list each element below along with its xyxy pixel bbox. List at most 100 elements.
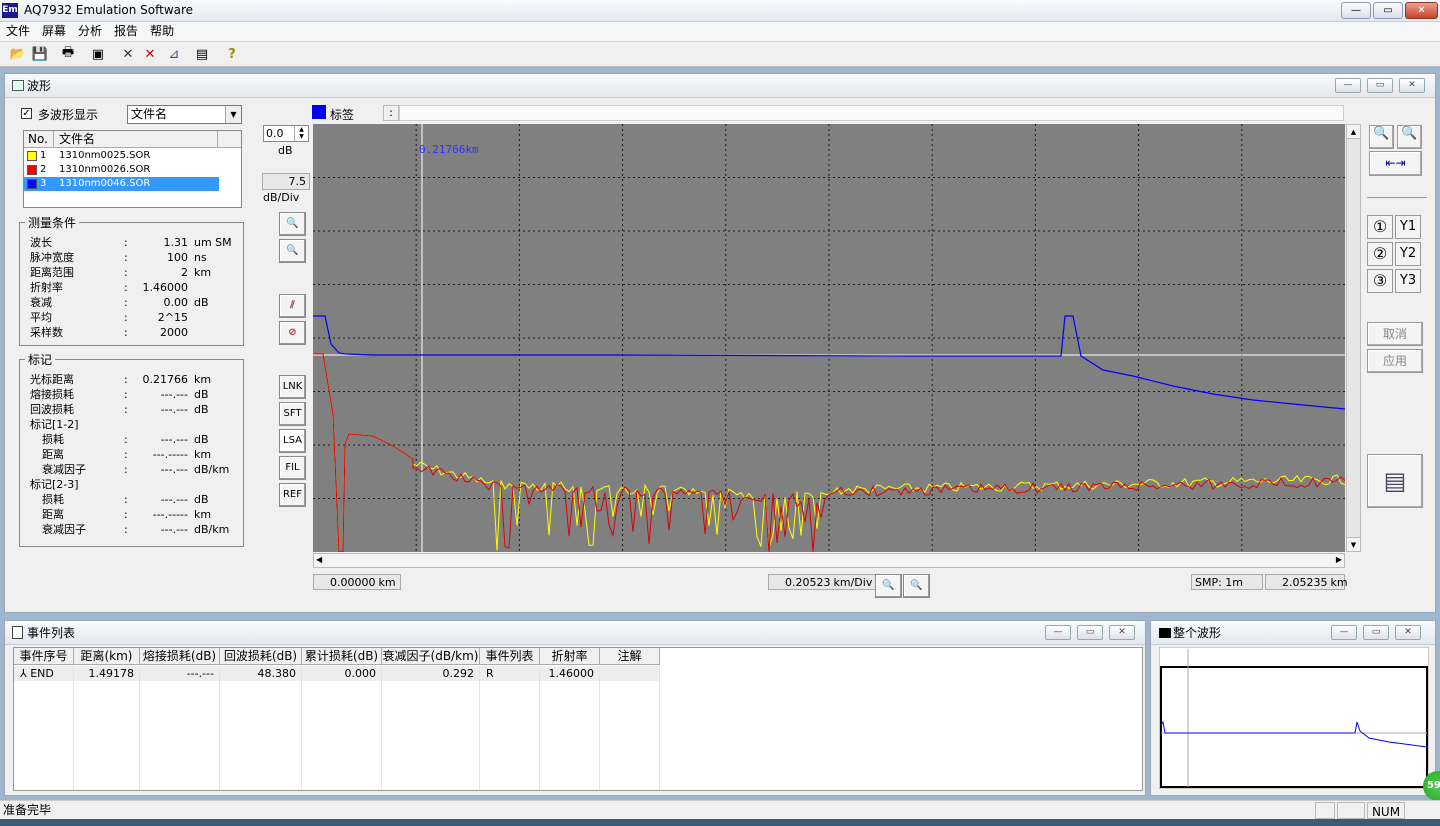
scroll-left-icon[interactable]: ◀	[316, 555, 322, 564]
panel-maximize-button[interactable]: ▭	[1367, 78, 1393, 93]
sort-select-value: 文件名	[131, 107, 168, 121]
zoom-out-x-button[interactable]: 🔍	[903, 574, 930, 598]
marker-icon[interactable]: ✕	[118, 44, 138, 64]
event-cell[interactable]: 0.000	[302, 666, 382, 681]
help-icon[interactable]: ?	[222, 44, 242, 64]
event-cell[interactable]: ---.---	[140, 666, 220, 681]
minimize-button[interactable]: —	[1341, 2, 1371, 19]
marker-delete-icon[interactable]: ✕	[140, 44, 160, 64]
event-col-header[interactable]: 事件列表	[480, 648, 540, 665]
save-icon[interactable]: 💾	[30, 44, 50, 64]
marker-tool-button[interactable]: ⫽	[279, 294, 306, 318]
mode-button-sft[interactable]: SFT	[279, 402, 306, 426]
scroll-up-icon[interactable]: ▲	[1347, 125, 1360, 139]
panel-minimize-button[interactable]: —	[1335, 78, 1361, 93]
scroll-down-icon[interactable]: ▼	[1347, 537, 1360, 551]
label-bar-input[interactable]	[399, 105, 1344, 121]
analysis-icon[interactable]: ⊿	[164, 44, 184, 64]
info-label: 距离	[42, 508, 64, 521]
close-button[interactable]: ✕	[1405, 2, 1438, 19]
column-divider	[73, 666, 74, 790]
cancel-button[interactable]: 取消	[1367, 322, 1423, 346]
mode-button-ref[interactable]: REF	[279, 483, 306, 507]
conditions-title: 测量条件	[25, 214, 80, 231]
info-label: 损耗	[42, 493, 64, 506]
zoom-out-y-button[interactable]: 🔍	[279, 212, 306, 236]
vertical-scrollbar[interactable]: ▲ ▼	[1346, 124, 1361, 552]
marker-3-place-button[interactable]: Y3	[1395, 269, 1421, 293]
print-icon[interactable]: 🖶	[58, 44, 78, 64]
multi-wave-label: 多波形显示	[38, 108, 99, 122]
y-offset-spinner[interactable]: 0.0 ▲ ▼	[263, 125, 309, 142]
file-row[interactable]: 2 1310nm0026.SOR	[24, 163, 219, 177]
apply-button[interactable]: 应用	[1367, 349, 1423, 373]
file-row-name: 1310nm0046.SOR	[59, 178, 151, 189]
event-cell[interactable]: 1.46000	[540, 666, 600, 681]
overview-maximize-button[interactable]: ▭	[1363, 625, 1389, 640]
event-maximize-button[interactable]: ▭	[1077, 625, 1103, 640]
zoom-in-y-button[interactable]: 🔍	[279, 239, 306, 263]
info-label: 熔接损耗	[30, 388, 74, 401]
x-end-field: 2.05235 km	[1265, 574, 1348, 590]
event-col-header[interactable]: 累计损耗(dB)	[302, 648, 382, 665]
menu-screen[interactable]: 屏幕	[36, 22, 72, 41]
menu-file[interactable]: 文件	[0, 22, 36, 41]
event-col-header[interactable]: 回波损耗(dB)	[220, 648, 302, 665]
marker-delete-button[interactable]: ⊘	[279, 321, 306, 345]
toolbar: 📂 💾 🖶 ▣ ✕ ✕ ⊿ ▤ ?	[0, 42, 1440, 67]
info-value: 2000	[160, 326, 188, 339]
scroll-right-icon[interactable]: ▶	[1336, 555, 1342, 564]
event-cell[interactable]: 0.292	[382, 666, 480, 681]
marker-1-place-button[interactable]: Y1	[1395, 215, 1421, 239]
mode-button-lsa[interactable]: LSA	[279, 429, 306, 453]
event-cell[interactable]: 48.380	[220, 666, 302, 681]
file-row[interactable]: 1 1310nm0025.SOR	[24, 149, 219, 163]
column-divider	[599, 666, 600, 790]
mode-button-lnk[interactable]: LNK	[279, 375, 306, 399]
report-button[interactable]: ▤	[1367, 454, 1423, 508]
overview-close-button[interactable]: ✕	[1395, 625, 1421, 640]
event-col-header[interactable]: 熔接损耗(dB)	[140, 648, 220, 665]
event-col-header[interactable]: 折射率	[540, 648, 600, 665]
sort-select[interactable]: 文件名 ▼	[127, 105, 242, 124]
event-col-header[interactable]: 衰减因子(dB/km)	[382, 648, 480, 665]
event-close-button[interactable]: ✕	[1109, 625, 1135, 640]
zoom-out-button[interactable]: 🔍	[1397, 125, 1422, 149]
waveform-window-icon	[12, 80, 24, 91]
info-row: 标记[2-3]	[30, 477, 240, 492]
event-col-header[interactable]: 事件序号	[14, 648, 74, 665]
open-icon[interactable]: 📂	[8, 44, 28, 64]
horizontal-scrollbar[interactable]: ◀ ▶	[313, 553, 1345, 568]
marker-2-button[interactable]: ②	[1367, 242, 1393, 266]
menu-help[interactable]: 帮助	[144, 22, 180, 41]
waveform-plot[interactable]	[313, 124, 1345, 552]
fit-width-button[interactable]: ⇤⇥	[1369, 151, 1422, 176]
maximize-button[interactable]: ▭	[1373, 2, 1403, 19]
multi-wave-checkbox[interactable]: ✓	[21, 108, 32, 119]
report-icon[interactable]: ▤	[192, 44, 212, 64]
overview-plot[interactable]	[1159, 647, 1429, 789]
event-cell[interactable]	[600, 666, 660, 681]
menu-report[interactable]: 报告	[108, 22, 144, 41]
info-row: 脉冲宽度: 100 ns	[30, 250, 240, 265]
zoom-in-x-button[interactable]: 🔍	[875, 574, 902, 598]
event-col-header[interactable]: 距离(km)	[74, 648, 140, 665]
screen-icon[interactable]: ▣	[88, 44, 108, 64]
event-cell[interactable]: 1.49178	[74, 666, 140, 681]
event-cell[interactable]: R	[480, 666, 540, 681]
marker-2-place-button[interactable]: Y2	[1395, 242, 1421, 266]
spinner-arrows-icon[interactable]: ▲ ▼	[294, 126, 308, 141]
info-label: 波长	[30, 236, 52, 249]
menu-analysis[interactable]: 分析	[72, 22, 108, 41]
overview-minimize-button[interactable]: —	[1331, 625, 1357, 640]
mode-button-fil[interactable]: FIL	[279, 456, 306, 480]
event-minimize-button[interactable]: —	[1045, 625, 1071, 640]
panel-close-button[interactable]: ✕	[1399, 78, 1425, 93]
marker-1-button[interactable]: ①	[1367, 215, 1393, 239]
event-cell[interactable]: ⅄ END	[14, 666, 74, 681]
marker-3-button[interactable]: ③	[1367, 269, 1393, 293]
event-col-header[interactable]: 注解	[600, 648, 660, 665]
file-row[interactable]: 3 1310nm0046.SOR	[24, 177, 219, 191]
zoom-in-button[interactable]: 🔍	[1369, 125, 1394, 149]
chevron-down-icon[interactable]: ▼	[225, 106, 241, 123]
